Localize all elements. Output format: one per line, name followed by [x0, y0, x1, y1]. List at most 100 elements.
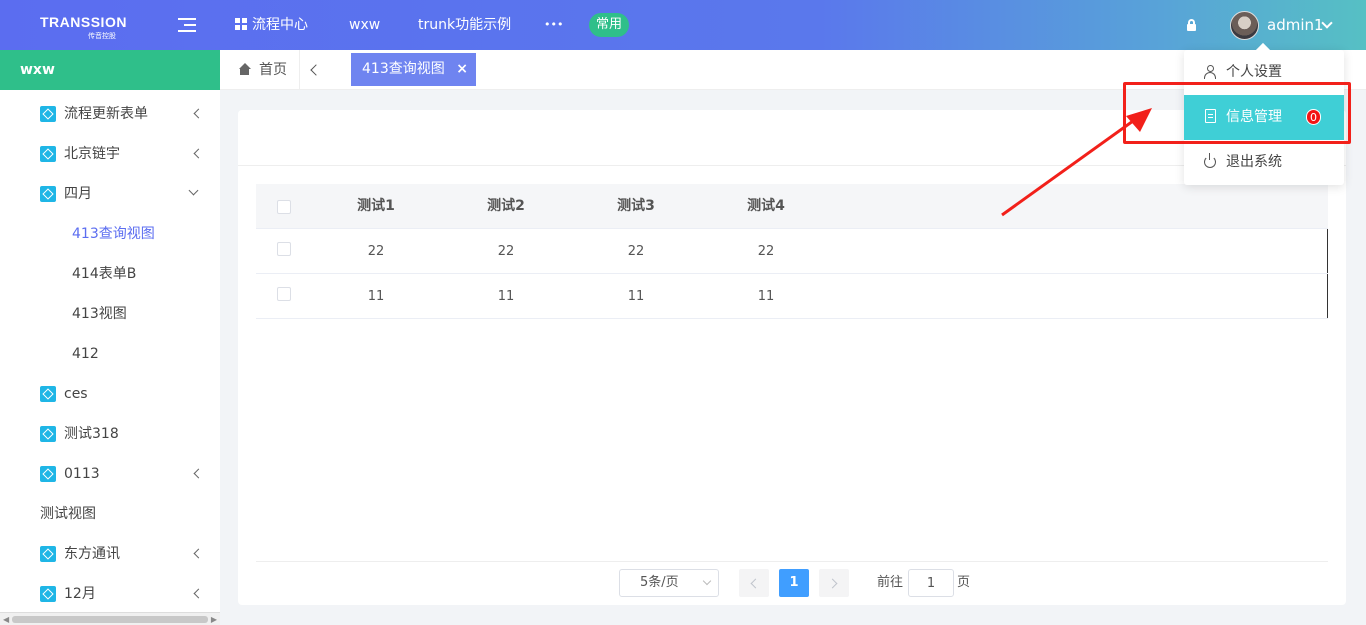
tab-divider: [299, 50, 300, 90]
table-row[interactable]: 22 22 22 22: [256, 229, 1328, 274]
sidebar-item-label: 东方通讯: [64, 546, 120, 562]
message-count-badge: 0: [1306, 109, 1321, 125]
chevron-down-icon: [702, 576, 712, 586]
next-page-button[interactable]: [819, 569, 849, 597]
sidebar-item-label: 413视图: [72, 306, 127, 322]
tab-home[interactable]: 首页: [238, 50, 287, 90]
cube-icon: [40, 186, 56, 202]
sidebar-horizontal-scrollbar[interactable]: ◀ ▶: [0, 612, 220, 625]
page-number-button[interactable]: 1: [779, 569, 809, 597]
chevron-left-icon: [193, 588, 204, 599]
sidebar-item-label: 0113: [64, 466, 100, 482]
sidebar-item-label: 测试318: [64, 426, 119, 442]
menu-item-logout[interactable]: 退出系统: [1184, 140, 1344, 185]
lock-icon[interactable]: [1186, 19, 1197, 31]
goto-page-input[interactable]: [908, 569, 954, 597]
chevron-left-icon: [193, 108, 204, 119]
prev-page-button[interactable]: [739, 569, 769, 597]
sidebar-item-label: 414表单B: [72, 266, 137, 282]
chevron-down-icon: [188, 185, 199, 196]
menu-item-label: 个人设置: [1226, 64, 1282, 80]
table-cell: 22: [497, 244, 515, 259]
goto-label: 前往: [877, 575, 904, 590]
common-badge[interactable]: 常用: [589, 13, 630, 37]
chevron-left-icon: [193, 468, 204, 479]
column-header[interactable]: 测试2: [456, 184, 556, 229]
cube-icon: [40, 106, 56, 122]
page-size-select[interactable]: 5条/页: [619, 569, 719, 597]
menu-toggle-icon[interactable]: [178, 18, 196, 32]
sidebar-item-test318[interactable]: 测试318: [0, 414, 220, 454]
sidebar-item-flow-update[interactable]: 流程更新表单: [0, 94, 220, 134]
cube-icon: [40, 466, 56, 482]
menu-item-label: 退出系统: [1226, 154, 1282, 170]
column-header[interactable]: 测试3: [586, 184, 686, 229]
table-cell: 11: [627, 289, 645, 304]
sidebar-title[interactable]: wxw: [0, 50, 220, 90]
divider: [238, 165, 1346, 166]
sidebar: wxw 流程更新表单 北京链宇 四月 413查询视图 414表单B 413视图 …: [0, 50, 220, 625]
sidebar-item-label: 北京链宇: [64, 146, 120, 162]
sidebar-item-december[interactable]: 12月: [0, 574, 220, 614]
select-all-checkbox[interactable]: [277, 200, 291, 214]
column-header[interactable]: 测试1: [326, 184, 426, 229]
sidebar-item-412[interactable]: 412: [0, 334, 220, 374]
scrollbar-thumb[interactable]: [12, 616, 208, 623]
avatar[interactable]: [1230, 11, 1259, 40]
cube-icon: [40, 426, 56, 442]
table-row[interactable]: 11 11 11 11: [256, 274, 1328, 319]
table-cell: 22: [627, 244, 645, 259]
table-header-row: 测试1 测试2 测试3 测试4: [256, 184, 1328, 229]
logo-subtext: 传音控股: [88, 32, 116, 40]
sidebar-item-dongfang[interactable]: 东方通讯: [0, 534, 220, 574]
username[interactable]: admin1: [1267, 0, 1324, 50]
sidebar-item-414-form-b[interactable]: 414表单B: [0, 254, 220, 294]
sidebar-item-label: ces: [64, 386, 88, 402]
close-icon[interactable]: ×: [456, 53, 468, 86]
table-cell: 22: [367, 244, 385, 259]
table-cell: 11: [757, 289, 775, 304]
sidebar-item-0113[interactable]: 0113: [0, 454, 220, 494]
grid-icon: [235, 18, 247, 30]
menu-item-label: 信息管理: [1226, 109, 1282, 125]
scroll-left-icon[interactable]: ◀: [3, 616, 9, 624]
user-dropdown-menu: 个人设置 信息管理 0 退出系统: [1184, 42, 1344, 185]
sidebar-item-label: 412: [72, 346, 99, 362]
sidebar-item-ces[interactable]: ces: [0, 374, 220, 414]
row-checkbox[interactable]: [277, 242, 291, 256]
nav-more-icon[interactable]: •••: [544, 0, 563, 50]
logo-text: TRANSSION: [40, 14, 127, 30]
sidebar-item-april[interactable]: 四月: [0, 174, 220, 214]
chevron-left-icon: [193, 548, 204, 559]
sidebar-item-test-view[interactable]: 测试视图: [0, 494, 220, 534]
chevron-left-icon[interactable]: [310, 64, 322, 76]
data-table: 测试1 测试2 测试3 测试4 22 22 22 22 11 11 11 11: [256, 184, 1328, 319]
cube-icon: [40, 586, 56, 602]
content-panel: 测试1 测试2 测试3 测试4 22 22 22 22 11 11 11 11 …: [238, 110, 1346, 605]
nav-trunk-examples[interactable]: trunk功能示例: [418, 0, 511, 50]
page-size-value: 5条/页: [640, 575, 679, 590]
sidebar-item-label: 12月: [64, 586, 96, 602]
sidebar-item-beijing[interactable]: 北京链宇: [0, 134, 220, 174]
menu-item-personal-settings[interactable]: 个人设置: [1184, 50, 1344, 95]
tab-home-label: 首页: [259, 62, 287, 78]
sidebar-item-413-query-view[interactable]: 413查询视图: [0, 214, 220, 254]
divider: [256, 561, 1328, 562]
sidebar-item-413-view[interactable]: 413视图: [0, 294, 220, 334]
cube-icon: [40, 386, 56, 402]
brand-logo[interactable]: TRANSSION 传音控股: [40, 14, 130, 40]
nav-wxw[interactable]: wxw: [349, 0, 380, 50]
column-header[interactable]: 测试4: [716, 184, 816, 229]
nav-process-center[interactable]: 流程中心: [235, 0, 308, 50]
row-checkbox[interactable]: [277, 287, 291, 301]
chevron-left-icon: [193, 148, 204, 159]
home-icon: [238, 63, 251, 75]
scroll-right-icon[interactable]: ▶: [211, 616, 217, 624]
top-navbar: TRANSSION 传音控股 流程中心 wxw trunk功能示例 ••• 常用…: [0, 0, 1366, 50]
menu-item-message-management[interactable]: 信息管理 0: [1184, 95, 1344, 140]
table-cell: 22: [757, 244, 775, 259]
cube-icon: [40, 146, 56, 162]
table-cell: 11: [497, 289, 515, 304]
tab-413-query-view[interactable]: 413查询视图 ×: [351, 53, 476, 86]
cube-icon: [40, 546, 56, 562]
